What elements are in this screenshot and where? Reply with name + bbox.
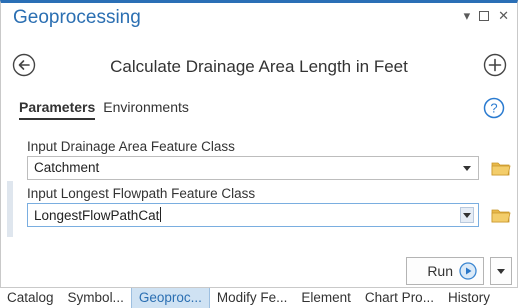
- text-cursor: [160, 207, 162, 222]
- tab-parameters[interactable]: Parameters: [19, 99, 96, 120]
- param-label: Input Drainage Area Feature Class: [27, 139, 235, 154]
- dock-tab-history[interactable]: History: [441, 288, 497, 308]
- restore-icon[interactable]: [479, 11, 490, 21]
- longest-flowpath-combo[interactable]: LongestFlowPathCat: [27, 203, 511, 227]
- chevron-down-icon[interactable]: [460, 160, 474, 176]
- close-icon[interactable]: ✕: [498, 9, 509, 23]
- run-label: Run: [427, 263, 453, 279]
- run-options-button[interactable]: [490, 257, 512, 285]
- combo-value: Catchment: [34, 160, 100, 175]
- dock-tab-element[interactable]: Element: [294, 288, 358, 308]
- help-icon[interactable]: ?: [483, 97, 505, 119]
- pane-menu-icon[interactable]: ▾: [464, 9, 471, 23]
- folder-icon[interactable]: [490, 157, 512, 179]
- chevron-down-icon: [497, 268, 505, 274]
- tool-tabs: Parameters Environments: [19, 99, 189, 120]
- param-longest-flowpath: Input Longest Flowpath Feature Class Lon…: [27, 186, 511, 227]
- tab-environments[interactable]: Environments: [103, 99, 189, 120]
- param-drainage-area: Input Drainage Area Feature Class Catchm…: [27, 139, 511, 180]
- play-icon: [459, 262, 477, 280]
- geoprocessing-pane: Geoprocessing ▾ ✕ Calculate Drainage Are…: [0, 0, 518, 308]
- dock-tab-symbology[interactable]: Symbol...: [61, 288, 131, 308]
- chevron-down-icon[interactable]: [460, 207, 474, 223]
- folder-icon[interactable]: [490, 204, 512, 226]
- dock-tab-catalog[interactable]: Catalog: [0, 288, 61, 308]
- combo-value: LongestFlowPathCat: [34, 208, 160, 223]
- tool-header: Calculate Drainage Area Length in Feet: [1, 47, 517, 87]
- drainage-area-combo[interactable]: Catchment: [27, 156, 511, 180]
- active-param-indicator: [7, 181, 13, 237]
- tool-title: Calculate Drainage Area Length in Feet: [110, 57, 408, 76]
- pane-title: Geoprocessing: [13, 7, 141, 28]
- dock-tab-geoprocessing[interactable]: Geoproc...: [130, 288, 210, 308]
- pane-titlebar: Geoprocessing ▾ ✕: [1, 3, 517, 39]
- dock-tab-strip: Catalog Symbol... Geoproc... Modify Fe..…: [0, 287, 518, 308]
- dock-tab-chart-properties[interactable]: Chart Pro...: [358, 288, 441, 308]
- add-plus-icon[interactable]: [483, 53, 507, 77]
- dock-tab-modify-features[interactable]: Modify Fe...: [210, 288, 295, 308]
- param-label: Input Longest Flowpath Feature Class: [27, 186, 256, 201]
- svg-text:?: ?: [490, 101, 497, 116]
- run-button[interactable]: Run: [406, 257, 484, 285]
- window-controls: ▾ ✕: [464, 9, 509, 23]
